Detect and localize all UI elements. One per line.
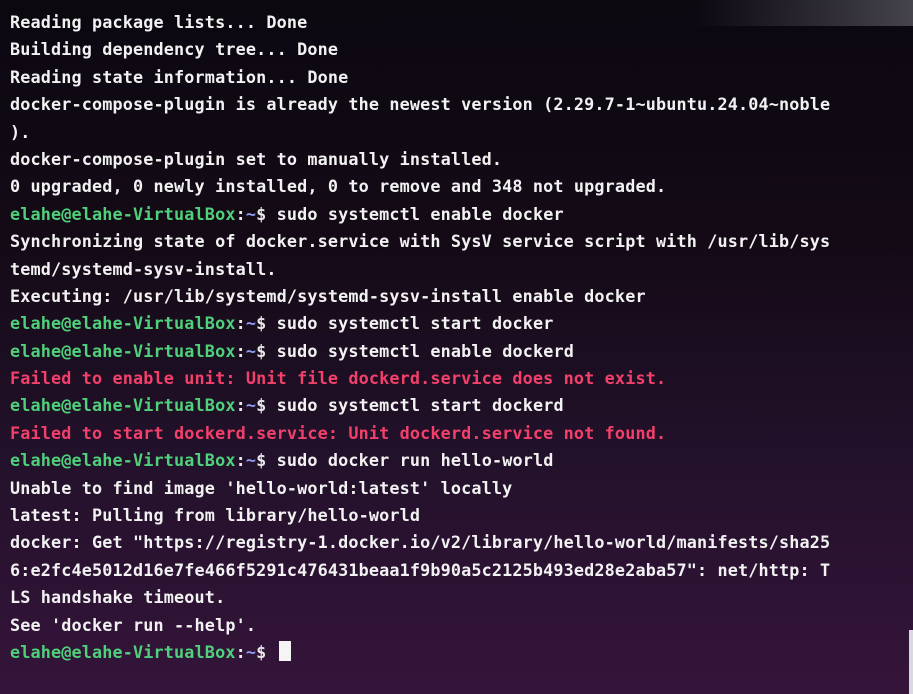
- output-text: temd/systemd-sysv-install.: [10, 258, 277, 279]
- output-text: Unable to find image 'hello-world:latest…: [10, 477, 513, 498]
- prompt-colon: :: [235, 203, 246, 224]
- output-line: Building dependency tree... Done: [10, 36, 913, 63]
- output-text: Building dependency tree... Done: [10, 39, 339, 60]
- command-line: elahe@elahe-VirtualBox:~$ sudo systemctl…: [10, 338, 913, 365]
- prompt-user-host: elahe@elahe-VirtualBox: [10, 313, 236, 334]
- prompt-path: ~: [245, 340, 257, 361]
- command-text: sudo systemctl enable dockerd: [276, 340, 574, 361]
- output-text: See 'docker run --help'.: [10, 614, 257, 635]
- prompt-path: ~: [245, 313, 257, 334]
- current-prompt-line: elahe@elahe-VirtualBox:~$: [10, 639, 913, 666]
- output-line: docker-compose-plugin set to manually in…: [10, 146, 913, 173]
- prompt-symbol: $: [256, 313, 277, 334]
- output-line: Reading package lists... Done: [10, 9, 913, 36]
- output-line: 0 upgraded, 0 newly installed, 0 to remo…: [10, 173, 913, 200]
- output-line: LS handshake timeout.: [10, 584, 913, 611]
- prompt-symbol: $: [256, 450, 277, 471]
- prompt-user-host: elahe@elahe-VirtualBox: [10, 641, 236, 662]
- output-text: LS handshake timeout.: [10, 587, 226, 608]
- prompt-user-host: elahe@elahe-VirtualBox: [10, 203, 236, 224]
- prompt-symbol: $: [256, 395, 277, 416]
- prompt-colon: :: [235, 340, 246, 361]
- output-text: Reading state information... Done: [10, 66, 349, 87]
- error-text: Failed to enable unit: Unit file dockerd…: [10, 368, 667, 389]
- command-text: sudo docker run hello-world: [276, 450, 554, 471]
- output-line: Unable to find image 'hello-world:latest…: [10, 475, 913, 502]
- terminal-window[interactable]: Reading package lists... Done Building de…: [0, 0, 913, 694]
- prompt-path: ~: [245, 203, 257, 224]
- output-text: Reading package lists... Done: [10, 12, 308, 32]
- prompt-path: ~: [245, 450, 257, 471]
- text-cursor[interactable]: [278, 640, 291, 661]
- error-line: Failed to enable unit: Unit file dockerd…: [10, 365, 913, 392]
- prompt-colon: :: [235, 641, 246, 662]
- prompt-symbol: $: [256, 641, 277, 662]
- output-line: Synchronizing state of docker.service wi…: [10, 228, 913, 255]
- terminal-output[interactable]: Reading package lists... Done Building de…: [10, 9, 913, 666]
- output-text: 0 upgraded, 0 newly installed, 0 to remo…: [10, 176, 667, 197]
- output-text: Executing: /usr/lib/systemd/systemd-sysv…: [10, 285, 646, 306]
- prompt-colon: :: [235, 395, 246, 416]
- output-line: 6:e2fc4e5012d16e7fe466f5291c476431beaa1f…: [10, 557, 913, 584]
- output-text: latest: Pulling from library/hello-world: [10, 505, 421, 526]
- prompt-symbol: $: [256, 340, 277, 361]
- command-line: elahe@elahe-VirtualBox:~$ sudo systemctl…: [10, 310, 913, 337]
- error-line: Failed to start dockerd.service: Unit do…: [10, 420, 913, 447]
- prompt-colon: :: [235, 313, 246, 334]
- command-text: sudo systemctl start dockerd: [276, 395, 564, 416]
- output-line: See 'docker run --help'.: [10, 612, 913, 639]
- prompt-colon: :: [235, 450, 246, 471]
- output-line: temd/systemd-sysv-install.: [10, 256, 913, 283]
- prompt-symbol: $: [256, 203, 277, 224]
- output-line: Executing: /usr/lib/systemd/systemd-sysv…: [10, 283, 913, 310]
- command-line: elahe@elahe-VirtualBox:~$ sudo docker ru…: [10, 447, 913, 474]
- command-text: sudo systemctl start docker: [276, 313, 554, 334]
- prompt-user-host: elahe@elahe-VirtualBox: [10, 450, 236, 471]
- output-text: 6:e2fc4e5012d16e7fe466f5291c476431beaa1f…: [10, 559, 831, 580]
- prompt-user-host: elahe@elahe-VirtualBox: [10, 395, 236, 416]
- window-edge: [909, 630, 913, 694]
- prompt-path: ~: [245, 641, 257, 662]
- output-line: latest: Pulling from library/hello-world: [10, 502, 913, 529]
- command-line: elahe@elahe-VirtualBox:~$ sudo systemctl…: [10, 201, 913, 228]
- output-text: ).: [10, 121, 31, 142]
- output-text: Synchronizing state of docker.service wi…: [10, 231, 831, 252]
- output-line: docker-compose-plugin is already the new…: [10, 91, 913, 118]
- command-text: sudo systemctl enable docker: [276, 203, 564, 224]
- output-text: docker: Get "https://registry-1.docker.i…: [10, 532, 831, 553]
- output-line: ).: [10, 119, 913, 146]
- output-text: docker-compose-plugin is already the new…: [10, 94, 831, 115]
- error-text: Failed to start dockerd.service: Unit do…: [10, 422, 667, 443]
- prompt-user-host: elahe@elahe-VirtualBox: [10, 340, 236, 361]
- prompt-path: ~: [245, 395, 257, 416]
- command-line: elahe@elahe-VirtualBox:~$ sudo systemctl…: [10, 392, 913, 419]
- output-text: docker-compose-plugin set to manually in…: [10, 148, 503, 169]
- output-line: docker: Get "https://registry-1.docker.i…: [10, 529, 913, 556]
- output-line: Reading state information... Done: [10, 64, 913, 91]
